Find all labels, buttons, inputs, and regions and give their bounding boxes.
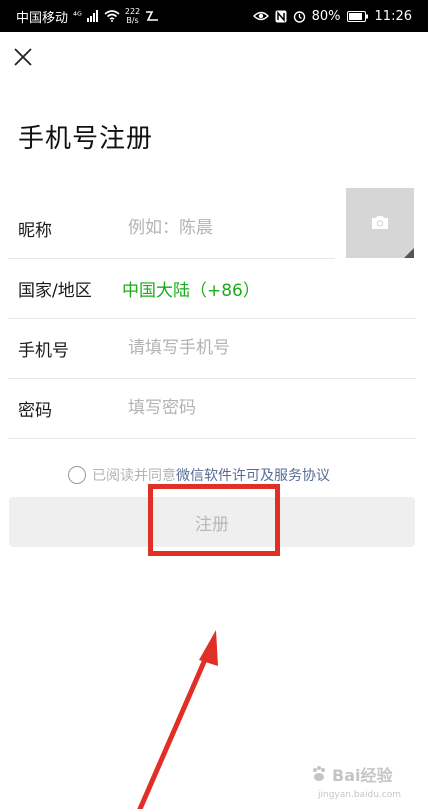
status-left: 中国移动 ⁴ᴳ 222 B/s — [16, 0, 159, 32]
notification-icon — [145, 10, 159, 22]
status-right: 80% 11:26 — [252, 0, 412, 32]
agreement-link[interactable]: 微信软件许可及服务协议 — [176, 465, 330, 485]
carrier-name: 中国移动 — [16, 10, 69, 26]
nfc-icon — [275, 10, 287, 23]
battery-icon — [346, 10, 369, 22]
clock-time: 11:26 — [374, 8, 412, 24]
password-label: 密码 — [18, 400, 52, 421]
nickname-row: 昵称 — [8, 198, 335, 259]
page-title: 手机号注册 — [18, 124, 154, 154]
status-bar: 中国移动 ⁴ᴳ 222 B/s 80% 11:26 — [0, 0, 428, 32]
agreement-prefix: 已阅读并同意 — [92, 468, 176, 484]
watermark-text: Bai经验 — [332, 766, 393, 785]
password-row: 密码 — [8, 378, 416, 439]
region-label: 国家/地区 — [18, 280, 92, 301]
phone-row: 手机号 — [8, 318, 416, 379]
signal-type: ⁴ᴳ — [73, 10, 82, 22]
paw-logo-icon — [313, 766, 325, 781]
password-input[interactable] — [128, 398, 328, 418]
region-value[interactable]: 中国大陆（+86） — [122, 276, 260, 301]
avatar-corner-mark — [404, 248, 414, 258]
network-speed: 222 B/s — [124, 7, 141, 25]
nickname-input[interactable] — [128, 218, 328, 238]
register-button[interactable]: 注册 — [9, 497, 415, 547]
phone-input[interactable] — [128, 338, 328, 358]
battery-percent: 80% — [311, 8, 341, 24]
region-row[interactable]: 国家/地区 中国大陆（+86） — [8, 258, 416, 319]
close-button[interactable] — [10, 44, 36, 70]
agreement-checkbox[interactable] — [68, 466, 86, 484]
nickname-label: 昵称 — [18, 220, 52, 241]
watermark-subtext: jingyan.baidu.com — [318, 790, 402, 800]
phone-label: 手机号 — [18, 340, 69, 361]
close-icon — [14, 48, 32, 66]
agreement: 已阅读并同意 微信软件许可及服务协议 — [68, 465, 330, 485]
watermark: Bai经验 — [310, 762, 392, 786]
eye-icon — [252, 10, 269, 22]
signal-bars-icon — [86, 10, 99, 22]
camera-icon — [371, 215, 389, 234]
alarm-icon — [293, 10, 306, 23]
avatar-upload[interactable] — [346, 188, 414, 258]
wifi-icon — [104, 10, 120, 22]
